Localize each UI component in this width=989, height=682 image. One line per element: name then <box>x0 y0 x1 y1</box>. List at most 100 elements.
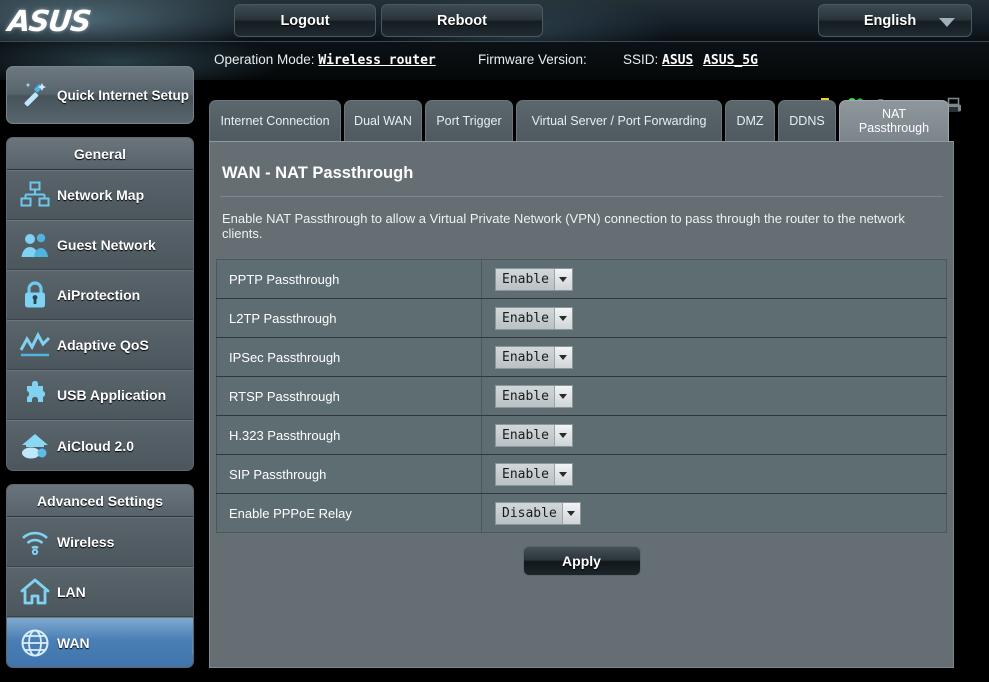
sidebar-item-adaptive-qos[interactable]: Adaptive QoS <box>7 320 193 370</box>
operation-mode: Operation Mode: Wireless router <box>214 52 436 68</box>
sidebar-item-label: AiCloud 2.0 <box>57 437 135 454</box>
quick-internet-setup-button[interactable]: Quick Internet Setup <box>6 66 194 124</box>
sidebar-item-aiprotection[interactable]: AiProtection <box>7 270 193 320</box>
page-description: Enable NAT Passthrough to allow a Virtua… <box>222 211 905 241</box>
apply-button-container: Apply <box>210 546 953 576</box>
firmware-version-label: Firmware Version: <box>478 52 587 67</box>
sidebar-item-label: Network Map <box>57 187 145 203</box>
ssid-24ghz[interactable]: ASUS <box>662 53 693 68</box>
sidebar-item-guest-network[interactable]: Guest Network <box>7 220 193 270</box>
ipsec-passthrough-select[interactable]: Enable <box>495 345 573 369</box>
select-value: Enable <box>496 463 554 485</box>
guest-network-icon <box>13 231 57 259</box>
logout-button[interactable]: Logout <box>234 4 376 37</box>
chevron-down-icon <box>553 307 572 329</box>
chevron-down-icon <box>553 463 572 485</box>
asus-logo: ASUS <box>6 4 92 38</box>
row-control: Enable <box>481 298 947 338</box>
chevron-down-icon <box>939 18 955 27</box>
tab-nat-passthrough[interactable]: NAT Passthrough <box>839 100 949 142</box>
row-label: SIP Passthrough <box>216 454 482 494</box>
lock-icon <box>13 280 57 310</box>
sidebar-navigation: Quick Internet Setup General Network Map <box>6 66 196 681</box>
ssid-info: SSID: ASUS ASUS_5G <box>623 52 758 68</box>
tab-ddns[interactable]: DDNS <box>778 100 836 142</box>
select-value: Enable <box>496 385 554 407</box>
l2tp-passthrough-select[interactable]: Enable <box>495 306 573 330</box>
select-value: Enable <box>496 424 554 446</box>
h323-passthrough-select[interactable]: Enable <box>495 423 573 447</box>
house-icon <box>13 578 57 606</box>
sidebar-item-label: USB Application <box>57 387 167 403</box>
sidebar-item-label: Guest Network <box>57 237 156 253</box>
table-row: RTSP Passthrough Enable <box>216 376 947 416</box>
sidebar-group-title-general: General <box>7 138 193 170</box>
row-control: Enable <box>481 415 947 455</box>
language-label: English <box>863 12 917 29</box>
language-selector[interactable]: English <box>818 4 972 37</box>
tab-bar: Internet Connection Dual WAN Port Trigge… <box>209 98 954 142</box>
reboot-button[interactable]: Reboot <box>381 4 543 37</box>
row-label: PPTP Passthrough <box>216 259 482 299</box>
chevron-down-icon <box>553 385 572 407</box>
table-row: IPSec Passthrough Enable <box>216 337 947 377</box>
sidebar-item-label: LAN <box>57 584 86 600</box>
row-control: Enable <box>481 454 947 494</box>
sidebar-item-aicloud[interactable]: AiCloud 2.0 <box>7 420 193 470</box>
operation-mode-value[interactable]: Wireless router <box>318 53 435 68</box>
row-control: Disable <box>481 493 947 533</box>
ssid-5ghz[interactable]: ASUS_5G <box>703 53 758 68</box>
row-label: H.323 Passthrough <box>216 415 482 455</box>
magic-wand-icon <box>17 80 51 110</box>
tab-dual-wan[interactable]: Dual WAN <box>344 100 422 142</box>
sidebar-item-label: WAN <box>57 634 90 651</box>
row-label: Enable PPPoE Relay <box>216 493 482 533</box>
sidebar-group-advanced: Advanced Settings Wireless LAN WAN <box>6 484 194 668</box>
ssid-label: SSID: <box>623 52 659 67</box>
row-control: Enable <box>481 376 947 416</box>
pptp-passthrough-select[interactable]: Enable <box>495 267 573 291</box>
table-row: SIP Passthrough Enable <box>216 454 947 494</box>
tab-internet-connection[interactable]: Internet Connection <box>209 100 341 142</box>
select-value: Disable <box>496 502 562 524</box>
select-value: Enable <box>496 346 554 368</box>
chevron-down-icon <box>553 268 572 290</box>
sip-passthrough-select[interactable]: Enable <box>495 462 573 486</box>
sidebar-item-lan[interactable]: LAN <box>7 567 193 617</box>
table-row: L2TP Passthrough Enable <box>216 298 947 338</box>
tab-port-trigger[interactable]: Port Trigger <box>425 100 513 142</box>
apply-button[interactable]: Apply <box>522 546 641 576</box>
table-row: PPTP Passthrough Enable <box>216 259 947 299</box>
sidebar-item-usb-application[interactable]: USB Application <box>7 370 193 420</box>
sidebar-item-network-map[interactable]: Network Map <box>7 170 193 220</box>
active-pointer-arrow <box>192 629 193 655</box>
top-header-bar: ASUS Logout Reboot English <box>0 0 989 42</box>
main-content-panel: WAN - NAT Passthrough Enable NAT Passthr… <box>209 141 954 668</box>
network-map-icon <box>13 181 57 209</box>
row-label: RTSP Passthrough <box>216 376 482 416</box>
select-value: Enable <box>496 268 554 290</box>
chart-icon <box>13 332 57 358</box>
tab-virtual-server[interactable]: Virtual Server / Port Forwarding <box>516 100 722 142</box>
sidebar-item-wan[interactable]: WAN <box>7 617 193 667</box>
globe-icon <box>13 628 57 658</box>
rtsp-passthrough-select[interactable]: Enable <box>495 384 573 408</box>
chevron-down-icon <box>553 424 572 446</box>
sidebar-item-label: AiProtection <box>57 287 141 303</box>
select-value: Enable <box>496 307 554 329</box>
nat-passthrough-settings-table: PPTP Passthrough Enable L2TP Passthrough… <box>216 259 947 533</box>
chevron-down-icon <box>553 346 572 368</box>
row-label: L2TP Passthrough <box>216 298 482 338</box>
sidebar-item-wireless[interactable]: Wireless <box>7 517 193 567</box>
tab-dmz[interactable]: DMZ <box>725 100 775 142</box>
cloud-house-icon <box>13 432 57 460</box>
operation-mode-label: Operation Mode: <box>214 52 315 67</box>
quick-internet-setup-label: Quick Internet Setup <box>57 87 190 103</box>
row-label: IPSec Passthrough <box>216 337 482 377</box>
pppoe-relay-select[interactable]: Disable <box>495 501 581 525</box>
wifi-icon <box>13 529 57 555</box>
row-control: Enable <box>481 337 947 377</box>
table-row: H.323 Passthrough Enable <box>216 415 947 455</box>
table-row: Enable PPPoE Relay Disable <box>216 493 947 533</box>
chevron-down-icon <box>561 502 580 524</box>
